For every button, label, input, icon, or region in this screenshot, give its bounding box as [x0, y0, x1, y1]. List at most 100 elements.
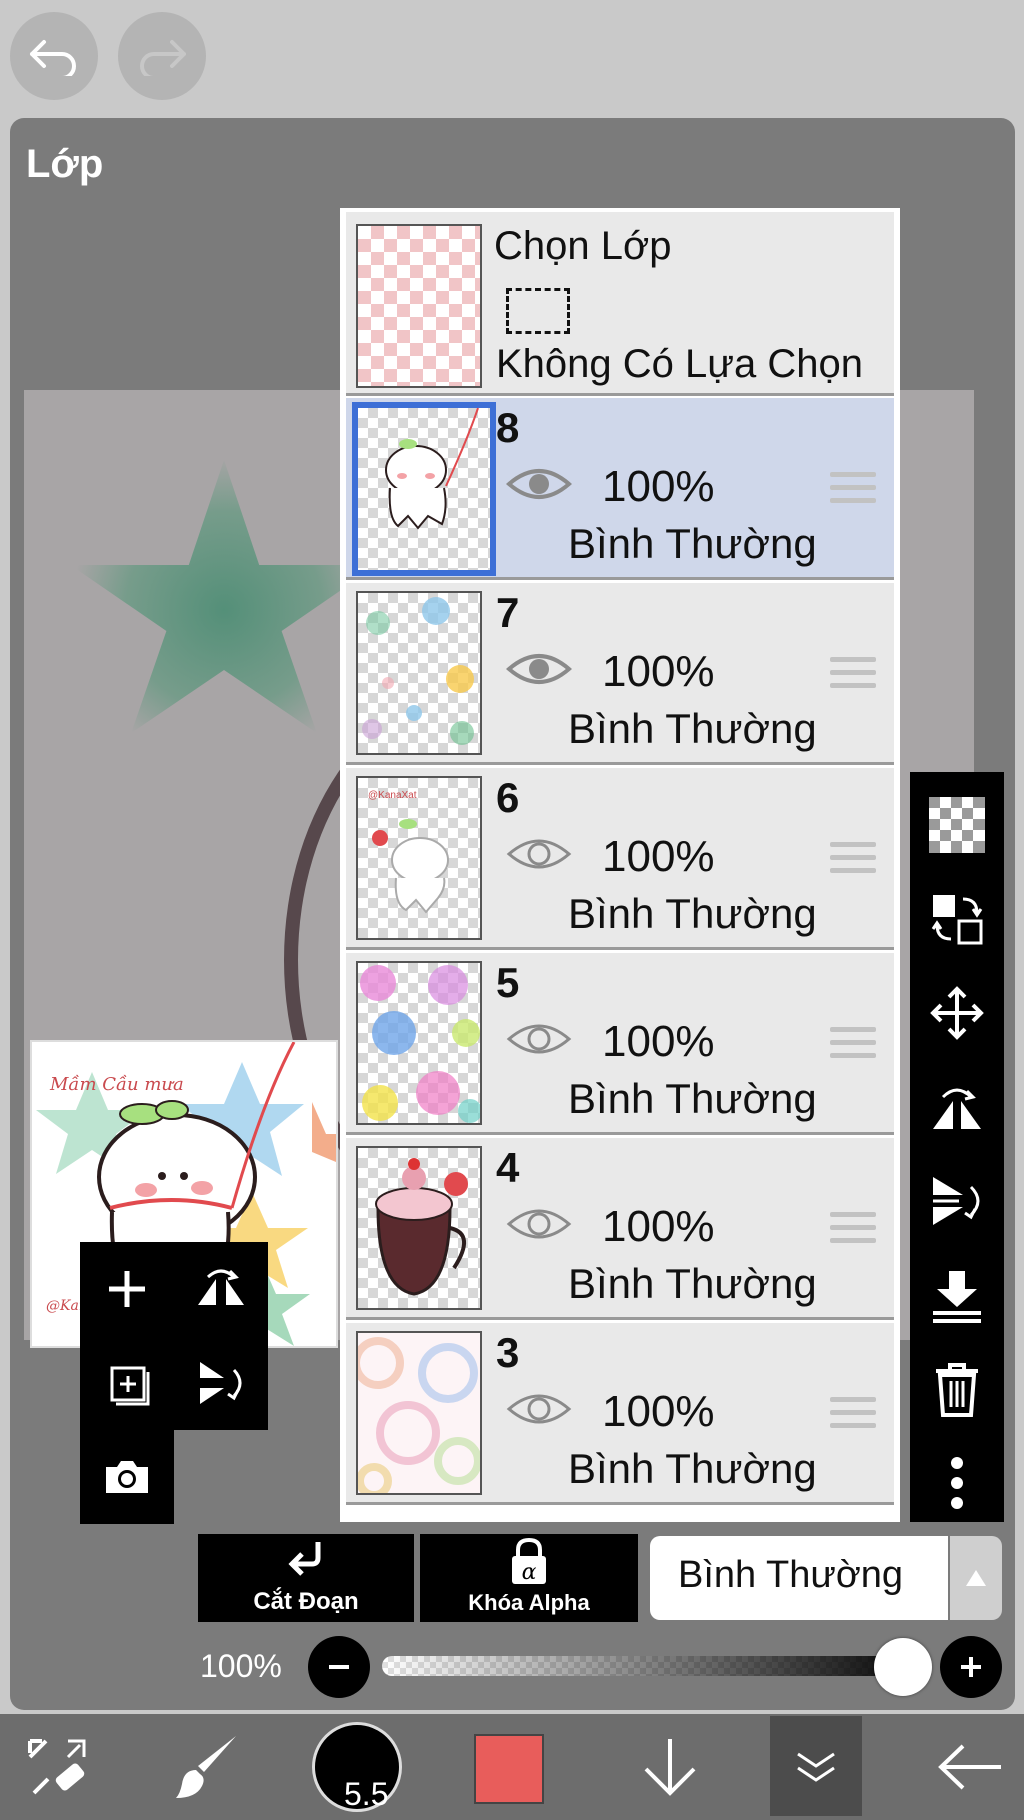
- redo-button[interactable]: [118, 12, 206, 100]
- layer-number: 8: [496, 404, 520, 451]
- minus-icon: [329, 1665, 349, 1669]
- layer-row-4[interactable]: 4 100% Bình Thường: [346, 1138, 894, 1320]
- selection-thumbnail: [356, 224, 482, 388]
- layer-blend-mode: Bình Thường: [568, 1445, 817, 1492]
- svg-text:α: α: [522, 1560, 537, 1585]
- add-copy-layer-button[interactable]: [80, 1336, 174, 1430]
- opacity-decrease-button[interactable]: [308, 1636, 370, 1698]
- add-copy-layer-icon: [110, 1366, 150, 1406]
- camera-button[interactable]: [80, 1430, 174, 1524]
- visibility-eye-icon[interactable]: [506, 464, 572, 504]
- delete-layer-button[interactable]: [910, 1342, 1004, 1436]
- layer-tools-toolbar: [910, 772, 1004, 1522]
- layer-panel-toggle[interactable]: [770, 1716, 862, 1816]
- layer-thumbnail: [356, 591, 482, 755]
- arrow-down-button[interactable]: [630, 1714, 710, 1820]
- layer-thumbnail: [352, 402, 496, 576]
- color-swatch[interactable]: [474, 1734, 544, 1804]
- clipping-button[interactable]: Cắt Đoạn: [198, 1534, 414, 1622]
- panel-title: Lớp: [26, 142, 104, 186]
- arrow-down-icon: [644, 1739, 696, 1796]
- undo-button[interactable]: [10, 12, 98, 100]
- visibility-eye-icon[interactable]: [506, 1389, 572, 1429]
- selection-layer-row[interactable]: Chọn Lớp Không Có Lựa Chọn: [346, 212, 894, 396]
- triangle-up-icon: [966, 1570, 986, 1586]
- undo-icon: [30, 40, 76, 76]
- flip-vertical-button[interactable]: [174, 1336, 268, 1430]
- layer-row-7[interactable]: 7 100% Bình Thường: [346, 583, 894, 765]
- drag-handle-icon[interactable]: [830, 1212, 876, 1248]
- layer-row-3[interactable]: 3 100% Bình Thường: [346, 1323, 894, 1505]
- alpha-lock-button[interactable]: α Khóa Alpha: [420, 1534, 638, 1622]
- opacity-slider-handle[interactable]: [874, 1638, 932, 1696]
- layer-number: 5: [496, 959, 520, 1006]
- layer-number: 3: [496, 1329, 520, 1376]
- drag-handle-icon[interactable]: [830, 657, 876, 693]
- selection-status: Không Có Lựa Chọn: [496, 342, 864, 386]
- transparency-button[interactable]: [910, 778, 1004, 872]
- flip-horizontal-icon: [198, 1269, 244, 1305]
- selection-marquee-icon: [506, 288, 570, 334]
- layer-number: 6: [496, 774, 520, 821]
- back-button[interactable]: [930, 1714, 1010, 1820]
- redo-icon: [140, 40, 186, 76]
- camera-icon: [106, 1461, 148, 1493]
- alpha-lock-label: Khóa Alpha: [468, 1590, 590, 1615]
- opacity-increase-button[interactable]: [940, 1636, 1002, 1698]
- brush-tool-button[interactable]: [164, 1714, 254, 1820]
- layer-thumbnail: @KanaXat: [356, 776, 482, 940]
- opacity-label: 100%: [200, 1648, 282, 1684]
- layer-number: 7: [496, 589, 520, 636]
- layer-blend-mode: Bình Thường: [568, 890, 817, 937]
- visibility-eye-icon[interactable]: [506, 1019, 572, 1059]
- lock-icon: α: [512, 1538, 546, 1585]
- svg-text:@KanaXat: @KanaXat: [368, 790, 417, 801]
- swap-button[interactable]: [910, 872, 1004, 966]
- blend-mode-select[interactable]: Bình Thường: [650, 1536, 948, 1620]
- layer-row-6[interactable]: @KanaXat 6 100% Bình Thường: [346, 768, 894, 950]
- clipping-arrow-icon: [288, 1542, 321, 1576]
- more-options-button[interactable]: [910, 1436, 1004, 1530]
- svg-text:Mầm Cầu mưa: Mầm Cầu mưa: [49, 1074, 184, 1095]
- opacity-slider-track[interactable]: [382, 1656, 902, 1676]
- transparency-icon: [929, 797, 985, 853]
- layer-opacity: 100%: [602, 1387, 715, 1436]
- merge-down-icon: [933, 1271, 981, 1323]
- layer-blend-mode: Bình Thường: [568, 1075, 817, 1122]
- flip-rotate-icon: [933, 1088, 981, 1129]
- transform-tool-button[interactable]: [14, 1714, 104, 1820]
- plus-icon: [961, 1657, 981, 1677]
- flip-vertical-button[interactable]: [910, 1154, 1004, 1248]
- layer-opacity: 100%: [602, 1017, 715, 1066]
- layer-list[interactable]: Chọn Lớp Không Có Lựa Chọn 8 100% Bình T…: [340, 208, 900, 1522]
- flip-vertical-icon: [200, 1362, 242, 1404]
- layer-row-5[interactable]: 5 100% Bình Thường: [346, 953, 894, 1135]
- layer-thumbnail: [356, 1331, 482, 1495]
- brush-size-value: 5.5: [344, 1776, 389, 1812]
- layer-row-8[interactable]: 8 100% Bình Thường: [346, 398, 894, 580]
- visibility-eye-icon[interactable]: [506, 649, 572, 689]
- visibility-eye-icon[interactable]: [506, 834, 572, 874]
- move-button[interactable]: [910, 966, 1004, 1060]
- clipping-label: Cắt Đoạn: [253, 1588, 359, 1615]
- flip-rotate-button[interactable]: [910, 1060, 1004, 1154]
- drag-handle-icon[interactable]: [830, 1027, 876, 1063]
- layer-opacity: 100%: [602, 1202, 715, 1251]
- flip-horizontal-button[interactable]: [174, 1242, 268, 1336]
- more-icon: [951, 1457, 963, 1509]
- visibility-eye-icon[interactable]: [506, 1204, 572, 1244]
- layer-blend-mode: Bình Thường: [568, 520, 817, 567]
- drag-handle-icon[interactable]: [830, 1397, 876, 1433]
- canvas-star-art: [70, 460, 378, 733]
- layer-opacity: 100%: [602, 647, 715, 696]
- layer-thumbnail: [356, 1146, 482, 1310]
- flip-vertical-icon: [933, 1177, 980, 1225]
- brush-icon: [176, 1736, 236, 1798]
- transform-icon: [28, 1739, 86, 1795]
- merge-down-button[interactable]: [910, 1248, 1004, 1342]
- drag-handle-icon[interactable]: [830, 472, 876, 508]
- add-layer-button[interactable]: [80, 1242, 174, 1336]
- drag-handle-icon[interactable]: [830, 842, 876, 878]
- blend-mode-dropdown-toggle[interactable]: [950, 1536, 1002, 1620]
- layer-thumbnail: [356, 961, 482, 1125]
